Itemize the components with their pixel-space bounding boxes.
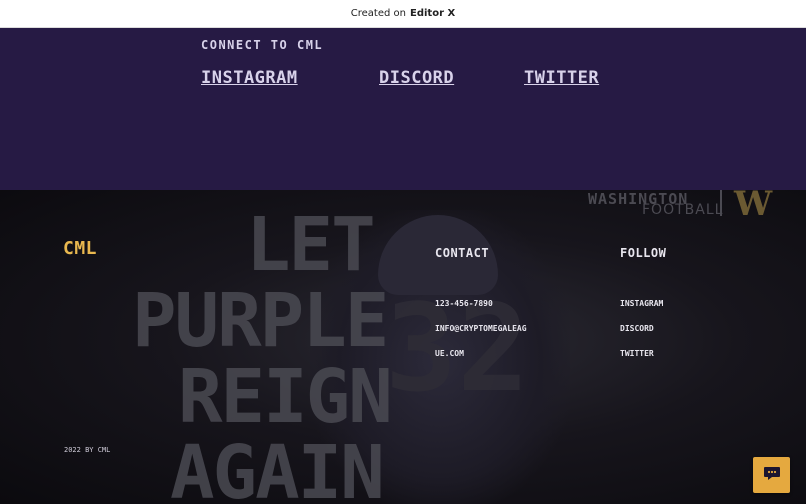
follow-title: FOLLOW — [620, 246, 667, 260]
contact-email-cont[interactable]: UE.COM — [435, 349, 464, 358]
banner-prefix: Created on — [350, 8, 406, 19]
follow-discord-link[interactable]: DISCORD — [620, 324, 654, 333]
team-sub: FOOTBALL — [642, 202, 724, 218]
slogan-line-2: PURPLE — [132, 278, 389, 364]
editor-x-banner[interactable]: Created on Editor X — [0, 0, 806, 28]
connect-title: CONNECT TO CML — [201, 38, 324, 52]
connect-instagram-link[interactable]: INSTAGRAM — [201, 68, 298, 88]
follow-twitter-link[interactable]: TWITTER — [620, 349, 654, 358]
chat-bubble-icon — [763, 464, 781, 486]
connect-discord-link[interactable]: DISCORD — [379, 68, 454, 88]
contact-email[interactable]: INFO@CRYPTOMEGALEAG — [435, 324, 527, 333]
contact-phone: 123-456-7890 — [435, 299, 493, 308]
logo-divider — [720, 190, 722, 216]
contact-title: CONTACT — [435, 246, 490, 260]
slogan-line-3: REIGN — [178, 354, 393, 440]
team-w-logo: W — [734, 190, 773, 224]
slogan-line-1: LET — [246, 202, 376, 288]
chat-button[interactable] — [753, 457, 790, 493]
footer: 32 LET PURPLE REIGN AGAIN WASHINGTON FOO… — [0, 190, 806, 504]
connect-section: CONNECT TO CML INSTAGRAM DISCORD TWITTER — [0, 28, 806, 190]
follow-instagram-link[interactable]: INSTAGRAM — [620, 299, 663, 308]
banner-brand[interactable]: Editor X — [410, 8, 455, 19]
footer-logo[interactable]: CML — [63, 238, 97, 259]
connect-twitter-link[interactable]: TWITTER — [524, 68, 599, 88]
copyright: 2022 BY CML — [64, 446, 111, 454]
slogan-line-4: AGAIN — [170, 430, 385, 504]
